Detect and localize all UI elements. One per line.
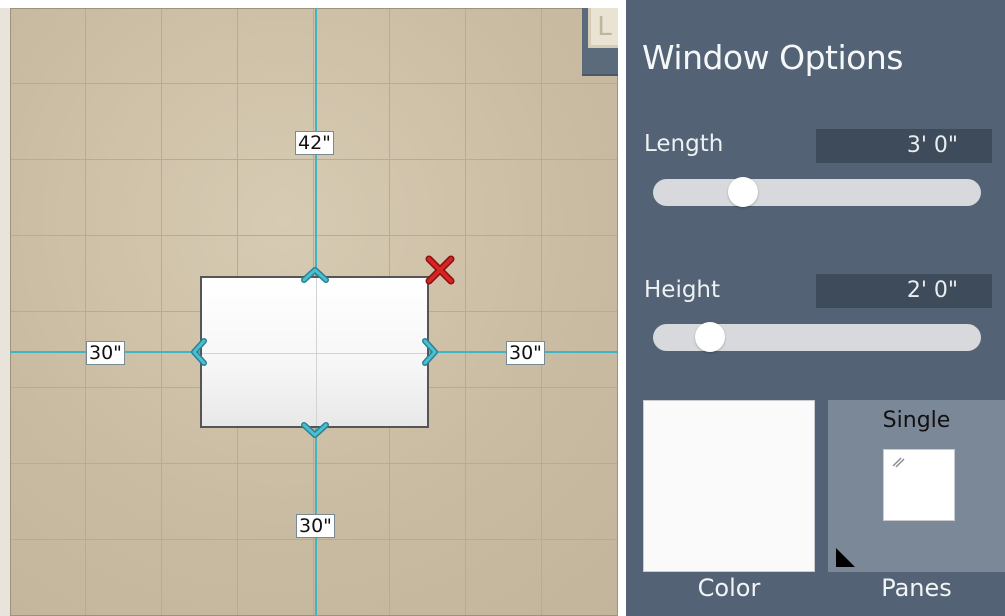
- dimension-top: 42": [295, 131, 334, 155]
- resize-corner-icon: [836, 548, 855, 567]
- pane-glare-icon: [892, 457, 905, 468]
- length-label: Length: [644, 131, 724, 157]
- panel-divider: [618, 0, 626, 616]
- window-center-line-horizontal: [202, 353, 427, 354]
- panes-selector-button[interactable]: Single: [828, 400, 1005, 572]
- window-object[interactable]: [200, 276, 429, 428]
- arrow-left-icon[interactable]: [188, 337, 208, 367]
- height-slider[interactable]: [653, 322, 981, 352]
- arrow-down-icon[interactable]: [300, 421, 330, 441]
- dimension-left: 30": [86, 341, 125, 365]
- height-label: Height: [644, 277, 721, 303]
- top-edge: [0, 0, 620, 8]
- arrow-up-icon[interactable]: [300, 264, 330, 284]
- arrow-right-icon[interactable]: [421, 337, 441, 367]
- height-value-field[interactable]: 2' 0": [816, 274, 992, 308]
- view-toggle-widget[interactable]: L: [582, 8, 618, 76]
- panel-title: Window Options: [642, 38, 903, 77]
- panes-value: Single: [882, 408, 951, 433]
- delete-x-icon[interactable]: [424, 254, 456, 286]
- view-toggle-icon: L: [588, 8, 618, 48]
- length-slider-thumb[interactable]: [728, 177, 758, 207]
- dimension-bottom: 30": [296, 514, 335, 538]
- dimension-right: 30": [506, 341, 545, 365]
- panes-caption: Panes: [881, 574, 952, 602]
- pane-preview: [883, 449, 955, 521]
- window-options-panel: Window Options Length 3' 0" Height 2' 0"…: [626, 0, 1005, 616]
- height-slider-thumb[interactable]: [695, 322, 725, 352]
- color-caption: Color: [697, 574, 761, 602]
- left-edge: [0, 0, 10, 616]
- window-center-line-vertical: [316, 278, 317, 426]
- color-swatch-button[interactable]: [643, 400, 815, 572]
- length-slider[interactable]: [653, 177, 981, 207]
- length-value-field[interactable]: 3' 0": [816, 129, 992, 163]
